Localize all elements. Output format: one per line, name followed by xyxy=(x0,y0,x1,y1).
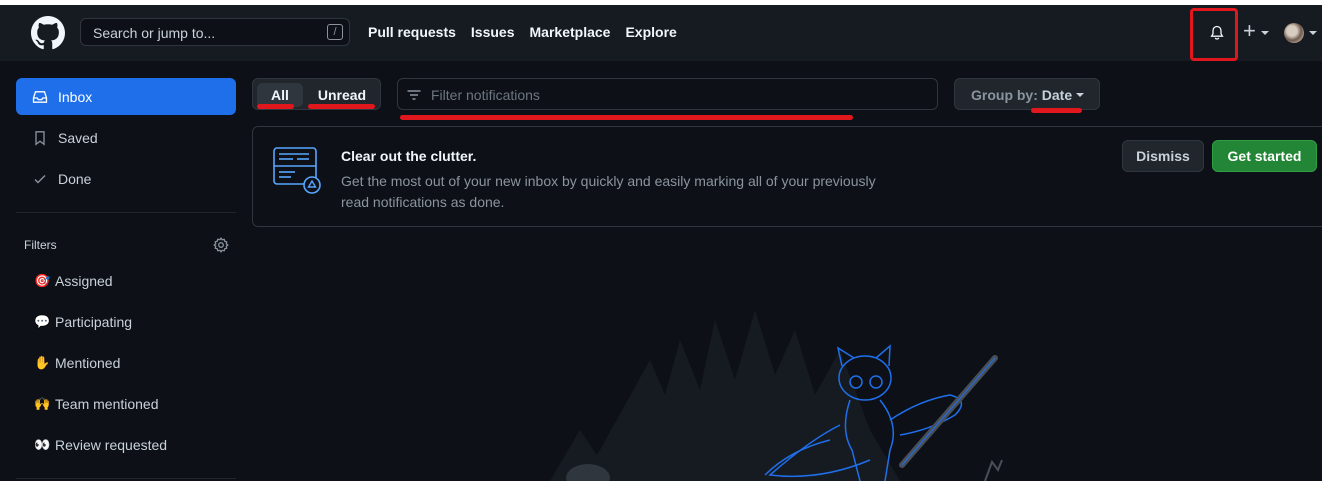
target-icon: 🎯 xyxy=(34,273,51,288)
filter-team-mentioned[interactable]: 🙌 Team mentioned xyxy=(34,396,159,412)
filters-heading: Filters xyxy=(24,238,57,252)
search-input[interactable]: Search or jump to... / xyxy=(80,18,350,46)
sidebar-item-saved[interactable]: Saved xyxy=(16,119,236,156)
octocat-illustration xyxy=(550,310,1003,481)
annotation-underline xyxy=(1031,108,1082,113)
filter-label: Review requested xyxy=(55,437,168,453)
inbox-zero-icon xyxy=(273,147,321,194)
raised-hand-icon: ✋ xyxy=(34,355,51,370)
avatar[interactable] xyxy=(1284,23,1304,43)
sidebar-item-label: Inbox xyxy=(58,88,93,105)
github-logo-icon[interactable] xyxy=(31,16,65,50)
filter-participating[interactable]: 💬 Participating xyxy=(34,314,132,330)
search-shortcut-key: / xyxy=(327,24,343,40)
gear-icon[interactable] xyxy=(213,237,229,253)
filter-review-requested[interactable]: 👀 Review requested xyxy=(34,437,167,453)
top-header: Search or jump to... / Pull requests Iss… xyxy=(0,5,1322,61)
nav-marketplace[interactable]: Marketplace xyxy=(530,24,611,40)
annotation-underline xyxy=(400,115,853,120)
create-new-icon[interactable]: + xyxy=(1243,20,1256,42)
eyes-icon: 👀 xyxy=(34,437,51,452)
dismiss-button[interactable]: Dismiss xyxy=(1122,140,1204,172)
annotation-underline xyxy=(308,104,375,109)
nav-pull-requests[interactable]: Pull requests xyxy=(368,24,456,40)
annotation-underline xyxy=(257,104,294,109)
speech-bubble-icon: 💬 xyxy=(34,314,51,329)
filter-icon xyxy=(407,90,421,100)
group-by-text: Group by: Date xyxy=(971,87,1072,103)
filter-mentioned[interactable]: ✋ Mentioned xyxy=(34,355,120,371)
group-by-value: Date xyxy=(1041,87,1073,103)
search-placeholder: Search or jump to... xyxy=(93,25,216,41)
annotation-highlight-box xyxy=(1190,8,1238,61)
filter-notifications-input[interactable]: Filter notifications xyxy=(397,78,938,110)
filter-label: Assigned xyxy=(55,273,113,289)
top-nav: Pull requests Issues Marketplace Explore xyxy=(368,24,677,40)
inbox-icon xyxy=(32,90,48,103)
chevron-down-icon xyxy=(1076,93,1084,97)
sidebar-item-done[interactable]: Done xyxy=(16,160,236,197)
group-by-select[interactable]: Group by: Date xyxy=(954,78,1100,110)
banner-title: Clear out the clutter. xyxy=(341,148,477,164)
check-icon xyxy=(34,174,46,183)
create-caret-icon[interactable] xyxy=(1261,31,1269,35)
filter-placeholder: Filter notifications xyxy=(431,87,540,103)
get-started-button[interactable]: Get started xyxy=(1212,140,1317,172)
filter-label: Participating xyxy=(55,314,133,330)
filter-label: Mentioned xyxy=(55,355,121,371)
filter-label: Team mentioned xyxy=(55,396,159,412)
onboarding-banner: Clear out the clutter. Get the most out … xyxy=(252,126,1322,227)
sidebar-item-inbox[interactable]: Inbox xyxy=(16,78,236,115)
sidebar-divider xyxy=(16,212,236,213)
sidebar-divider xyxy=(16,478,236,479)
bookmark-icon xyxy=(35,130,45,146)
filter-assigned[interactable]: 🎯 Assigned xyxy=(34,273,113,289)
banner-description: Get the most out of your new inbox by qu… xyxy=(341,173,876,210)
nav-issues[interactable]: Issues xyxy=(471,24,515,40)
sidebar-item-label: Saved xyxy=(58,129,98,146)
nav-explore[interactable]: Explore xyxy=(625,24,676,40)
avatar-caret-icon[interactable] xyxy=(1309,31,1317,35)
raising-hands-icon: 🙌 xyxy=(34,396,51,411)
group-by-label: Group by: xyxy=(971,87,1038,103)
sidebar-item-label: Done xyxy=(58,170,92,187)
